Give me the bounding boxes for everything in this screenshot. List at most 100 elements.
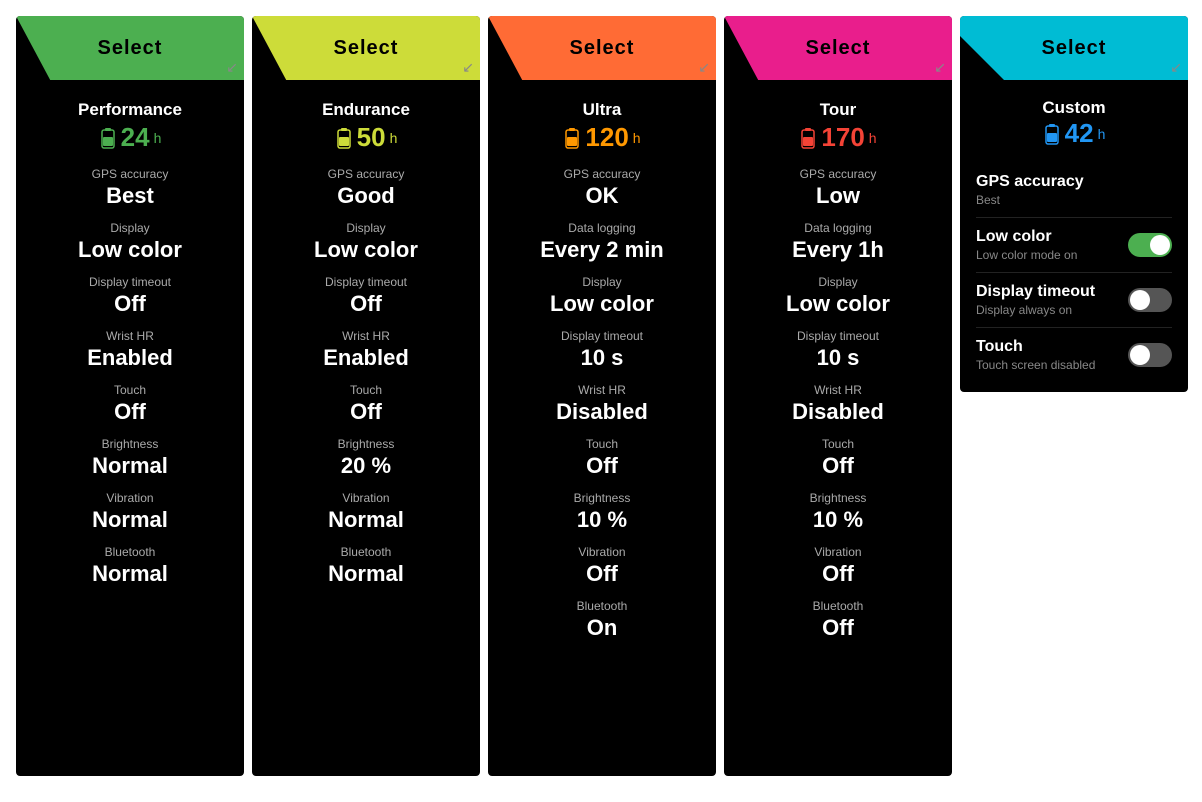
toggle-on[interactable] bbox=[1128, 233, 1172, 257]
card-header[interactable]: Select ↙ bbox=[252, 16, 480, 80]
header-cut bbox=[960, 36, 1004, 80]
stat-row: Display timeout Off bbox=[268, 275, 464, 317]
stat-value: Low color bbox=[504, 291, 700, 317]
stat-value: Off bbox=[268, 291, 464, 317]
stat-row: Display Low color bbox=[504, 275, 700, 317]
stat-value: 10 % bbox=[740, 507, 936, 533]
mode-name: Endurance bbox=[268, 100, 464, 120]
stat-row: Brightness Normal bbox=[32, 437, 228, 479]
stat-value: Off bbox=[504, 453, 700, 479]
header-label: Select bbox=[98, 37, 163, 60]
card-body: Tour 170 h GPS accuracy Low Data logging… bbox=[724, 80, 952, 776]
stat-label: Display timeout bbox=[32, 275, 228, 289]
stat-row: Touch Off bbox=[504, 437, 700, 479]
mode-name: Performance bbox=[32, 100, 228, 120]
stat-value: 10 % bbox=[504, 507, 700, 533]
stat-row: GPS accuracy Best bbox=[32, 167, 228, 209]
battery-unit: h bbox=[633, 130, 641, 146]
setting-title: GPS accuracy bbox=[976, 173, 1084, 191]
stat-row: GPS accuracy OK bbox=[504, 167, 700, 209]
stat-row: Vibration Normal bbox=[268, 491, 464, 533]
mode-battery: 170 h bbox=[740, 122, 936, 153]
corner-arrow-icon: ↙ bbox=[934, 59, 946, 76]
setting-subtitle: Low color mode on bbox=[976, 248, 1077, 262]
stat-value: OK bbox=[504, 183, 700, 209]
battery-hours: 42 bbox=[1065, 118, 1094, 149]
stat-row: Touch Off bbox=[740, 437, 936, 479]
mode-name: Tour bbox=[740, 100, 936, 120]
stat-label: Display timeout bbox=[504, 329, 700, 343]
stat-row: Display Low color bbox=[740, 275, 936, 317]
stat-value: Low color bbox=[32, 237, 228, 263]
header-label: Select bbox=[806, 37, 871, 60]
card-ultra: Select ↙ Ultra 120 h GPS accuracy OK Dat… bbox=[488, 16, 716, 776]
stat-row: Vibration Off bbox=[504, 545, 700, 587]
setting-title: Low color bbox=[976, 228, 1077, 246]
stat-label: Wrist HR bbox=[504, 383, 700, 397]
setting-title: Touch bbox=[976, 338, 1095, 356]
stat-label: Vibration bbox=[268, 491, 464, 505]
stat-label: Wrist HR bbox=[268, 329, 464, 343]
stat-value: 10 s bbox=[504, 345, 700, 371]
setting-subtitle: Touch screen disabled bbox=[976, 358, 1095, 372]
setting-row: GPS accuracy Best bbox=[976, 173, 1172, 207]
stat-value: Disabled bbox=[504, 399, 700, 425]
stat-value: Low color bbox=[740, 291, 936, 317]
stat-value: Normal bbox=[32, 561, 228, 587]
card-header[interactable]: Select ↙ bbox=[960, 16, 1188, 80]
setting-item: Display timeout Display always on bbox=[976, 273, 1172, 328]
card-header[interactable]: Select ↙ bbox=[724, 16, 952, 80]
stat-row: Touch Off bbox=[32, 383, 228, 425]
battery-unit: h bbox=[390, 130, 398, 146]
card-performance: Select ↙ Performance 24 h GPS accuracy B… bbox=[16, 16, 244, 776]
mode-battery: 42 h bbox=[976, 118, 1172, 149]
setting-text: Low color Low color mode on bbox=[976, 228, 1077, 262]
stat-row: Data logging Every 2 min bbox=[504, 221, 700, 263]
setting-item: Touch Touch screen disabled bbox=[976, 328, 1172, 382]
mode-name: Custom bbox=[976, 98, 1172, 118]
header-label: Select bbox=[334, 37, 399, 60]
stat-row: Bluetooth Normal bbox=[32, 545, 228, 587]
mode-battery: 24 h bbox=[32, 122, 228, 153]
battery-unit: h bbox=[1098, 126, 1106, 142]
stat-label: Brightness bbox=[740, 491, 936, 505]
card-tour: Select ↙ Tour 170 h GPS accuracy Low Dat… bbox=[724, 16, 952, 776]
toggle-off[interactable] bbox=[1128, 288, 1172, 312]
setting-text: GPS accuracy Best bbox=[976, 173, 1084, 207]
battery-unit: h bbox=[869, 130, 877, 146]
stat-label: Brightness bbox=[504, 491, 700, 505]
corner-arrow-icon: ↙ bbox=[462, 59, 474, 76]
settings-list: GPS accuracy Best Low color Low color mo… bbox=[976, 163, 1172, 382]
toggle-off[interactable] bbox=[1128, 343, 1172, 367]
setting-row: Display timeout Display always on bbox=[976, 283, 1172, 317]
stat-value: Normal bbox=[32, 507, 228, 533]
stat-row: Wrist HR Disabled bbox=[504, 383, 700, 425]
stat-row: Display timeout 10 s bbox=[504, 329, 700, 371]
stat-row: Display Low color bbox=[268, 221, 464, 263]
stat-value: Off bbox=[740, 453, 936, 479]
stat-row: Data logging Every 1h bbox=[740, 221, 936, 263]
card-header[interactable]: Select ↙ bbox=[488, 16, 716, 80]
stat-label: Display bbox=[268, 221, 464, 235]
corner-arrow-icon: ↙ bbox=[698, 59, 710, 76]
setting-item: Low color Low color mode on bbox=[976, 218, 1172, 273]
card-body: Endurance 50 h GPS accuracy Good Display… bbox=[252, 80, 480, 776]
stat-value: Enabled bbox=[32, 345, 228, 371]
header-label: Select bbox=[570, 37, 635, 60]
card-endurance: Select ↙ Endurance 50 h GPS accuracy Goo… bbox=[252, 16, 480, 776]
setting-text: Display timeout Display always on bbox=[976, 283, 1095, 317]
stat-row: Wrist HR Enabled bbox=[268, 329, 464, 371]
stat-value: Best bbox=[32, 183, 228, 209]
setting-subtitle: Best bbox=[976, 193, 1084, 207]
stat-row: Vibration Normal bbox=[32, 491, 228, 533]
stat-value: Off bbox=[268, 399, 464, 425]
stat-value: Off bbox=[32, 291, 228, 317]
card-header[interactable]: Select ↙ bbox=[16, 16, 244, 80]
stat-label: Vibration bbox=[32, 491, 228, 505]
stat-label: Brightness bbox=[268, 437, 464, 451]
mode-battery: 120 h bbox=[504, 122, 700, 153]
stat-value: 10 s bbox=[740, 345, 936, 371]
stat-value: Normal bbox=[32, 453, 228, 479]
stat-value: On bbox=[504, 615, 700, 641]
stat-value: Off bbox=[740, 615, 936, 641]
